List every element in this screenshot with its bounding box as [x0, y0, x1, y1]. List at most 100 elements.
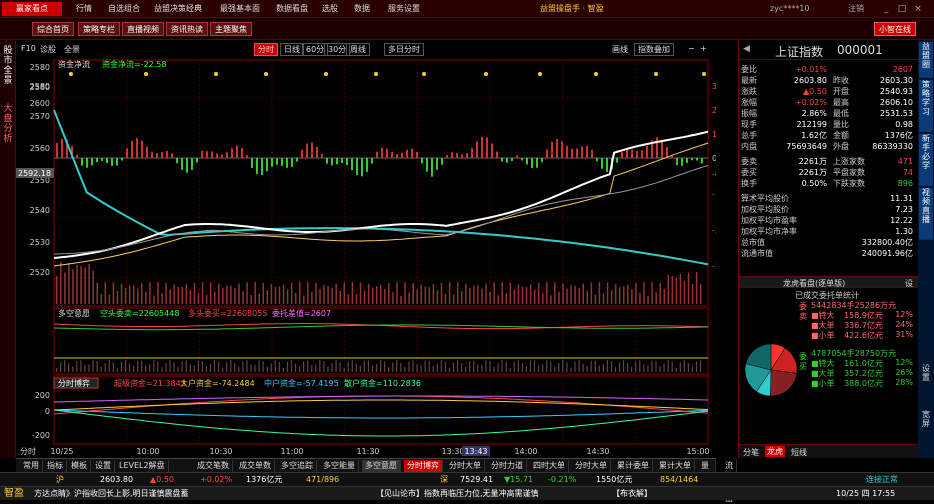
- news-item[interactable]: 【布衣解】: [612, 487, 652, 501]
- indicator-tab[interactable]: 多空能量: [320, 460, 359, 472]
- logout-link[interactable]: 注销: [848, 0, 864, 18]
- zoom-out-icon[interactable]: −: [688, 44, 695, 53]
- panorama-link[interactable]: 全景: [64, 44, 80, 55]
- indicator-tab[interactable]: 设置: [92, 460, 115, 472]
- indicator-tab[interactable]: 指标: [44, 460, 67, 472]
- panel2-bar: [218, 361, 220, 372]
- dragon-settings[interactable]: 设: [905, 278, 913, 289]
- panel2-bar: [311, 364, 313, 372]
- home-button[interactable]: 综合首页: [32, 22, 74, 36]
- ticker-item: 连接正常: [866, 475, 898, 484]
- ticker-item: 854/1464: [660, 475, 699, 484]
- tab-weekly[interactable]: 周线: [346, 43, 370, 56]
- quote-row: 委卖 2261万 上涨家数 471: [741, 156, 917, 167]
- maximize-icon[interactable]: □: [896, 3, 908, 15]
- menu-item-classic[interactable]: 益盟决策经典: [154, 0, 202, 18]
- zoom-in-icon[interactable]: +: [700, 44, 707, 53]
- close-icon[interactable]: ×: [912, 3, 924, 15]
- indicator-tab[interactable]: 分时力道: [488, 460, 527, 472]
- panel2-bar: [230, 360, 232, 372]
- market-overview-tab[interactable]: 股市全景: [2, 46, 14, 86]
- menu-item-data[interactable]: 数据: [354, 0, 370, 18]
- indicator-tab[interactable]: 四时大单: [530, 460, 569, 472]
- tab-video-live[interactable]: 视频直播: [919, 188, 933, 240]
- news-item[interactable]: 方达点睛》沪指收回长上影,明日谨慎震盘蓄: [34, 487, 189, 501]
- menu-item-data-view[interactable]: 数据看盘: [276, 0, 308, 18]
- tab-ticks[interactable]: 分笔: [743, 447, 759, 458]
- strategy-column-button[interactable]: 策略专栏: [78, 22, 120, 36]
- indicator-tab[interactable]: 模板: [68, 460, 91, 472]
- indicator-tab[interactable]: 分时大单: [446, 460, 485, 472]
- indicator-tab[interactable]: LEVEL2解盘: [116, 460, 169, 472]
- app-logo[interactable]: 赢家看点: [2, 2, 62, 16]
- tab-intraday[interactable]: 分时: [254, 43, 278, 56]
- multi-day-intraday-button[interactable]: 多日分时: [384, 43, 424, 56]
- panel3-label[interactable]: 分时博弈: [58, 378, 90, 388]
- tab-strategy-learn[interactable]: 策略学习: [919, 80, 933, 132]
- f10-link[interactable]: F10: [21, 44, 36, 53]
- indicator-tab[interactable]: 多空追踪: [278, 460, 317, 472]
- flow-bar: [446, 155, 448, 158]
- indicator-tab[interactable]: 累计大单: [656, 460, 695, 472]
- panel2-bar: [282, 367, 284, 372]
- volume-bar: [380, 284, 382, 304]
- tab-daily[interactable]: 日线: [280, 43, 304, 56]
- flow-bar: [581, 146, 583, 158]
- volume-bar: [165, 282, 167, 304]
- flow-bar: [211, 151, 213, 158]
- volume-bar: [614, 284, 617, 304]
- indicator-tab[interactable]: 分时大单: [572, 460, 611, 472]
- indicator-tab[interactable]: 量比: [698, 460, 716, 481]
- indicator-tab[interactable]: 常用: [20, 460, 43, 472]
- menu-item-stock-picker[interactable]: 选股: [322, 0, 338, 18]
- settings-tab[interactable]: 设置: [920, 364, 932, 382]
- panel2-bar: [371, 365, 374, 372]
- flow-bar: [316, 146, 318, 158]
- news-item[interactable]: 【见山论市】指数再临压力位,无量冲高需谨慎: [376, 487, 539, 501]
- tab-yimeng-circle[interactable]: 益盟圈: [919, 42, 933, 78]
- indicator-tab[interactable]: 多空意愿: [362, 460, 401, 472]
- minimize-icon[interactable]: _: [880, 3, 892, 15]
- diagnose-link[interactable]: 诊股: [40, 44, 56, 55]
- panel2-bar: [177, 367, 179, 372]
- live-video-button[interactable]: 直播视频: [122, 22, 164, 36]
- tab-dragon[interactable]: 龙虎: [765, 446, 785, 457]
- volume-bar: [185, 284, 188, 304]
- draw-line-button[interactable]: 画线: [612, 44, 628, 55]
- prev-icon[interactable]: ◀: [743, 44, 750, 54]
- index-overlay-dropdown[interactable]: 指数叠加: [634, 43, 674, 56]
- datetime: 10/25 四 17:55: [836, 489, 896, 498]
- indicator-tab[interactable]: 分时博弈: [404, 460, 443, 472]
- flow-bar: [516, 155, 518, 158]
- flow-bar: [261, 158, 263, 175]
- panel2-bar: [238, 366, 240, 372]
- flow-bar: [276, 158, 278, 165]
- app-title: 益盟操盘手 · 智盈: [540, 4, 604, 13]
- panel2-bar: [452, 362, 455, 372]
- menu-item-fundamentals[interactable]: 最强基本面: [220, 0, 260, 18]
- widescreen-tab[interactable]: 宽屏: [920, 410, 932, 428]
- panel2-bar: [675, 367, 677, 372]
- market-analysis-tab[interactable]: 大盘分析: [2, 104, 14, 144]
- indicator-tab[interactable]: 流入流出: [722, 460, 737, 503]
- menu-item-watchlist[interactable]: 自选组合: [108, 0, 140, 18]
- flow-bar: [106, 158, 108, 164]
- tab-short[interactable]: 短线: [791, 447, 807, 458]
- indicator-tab[interactable]: 成交笔数: [194, 460, 233, 472]
- indicator-tab[interactable]: 累计委单: [614, 460, 653, 472]
- volume-bar: [521, 286, 524, 304]
- theme-focus-button[interactable]: 主题聚焦: [210, 22, 252, 36]
- volume-bar: [141, 283, 143, 304]
- xiaozhi-online-button[interactable]: 小智在线: [874, 22, 916, 36]
- tab-beginner[interactable]: 新手必学: [919, 134, 933, 186]
- menu-item-quotes[interactable]: 行情: [76, 0, 92, 18]
- main-label-1: 资金净流: [58, 59, 90, 69]
- menu-item-service[interactable]: 服务设置: [388, 0, 420, 18]
- indicator-tab[interactable]: 成交单数: [236, 460, 275, 472]
- flow-bar: [631, 149, 633, 158]
- news-button[interactable]: 资讯热读: [166, 22, 208, 36]
- label: 平盘家数: [833, 168, 865, 177]
- volume-bar: [602, 293, 605, 304]
- chart-area[interactable]: F10 诊股 全景 分时 日线 60分 30分 周线 多日分时 画线 指数叠加 …: [16, 40, 716, 458]
- panel2-bar: [128, 363, 131, 372]
